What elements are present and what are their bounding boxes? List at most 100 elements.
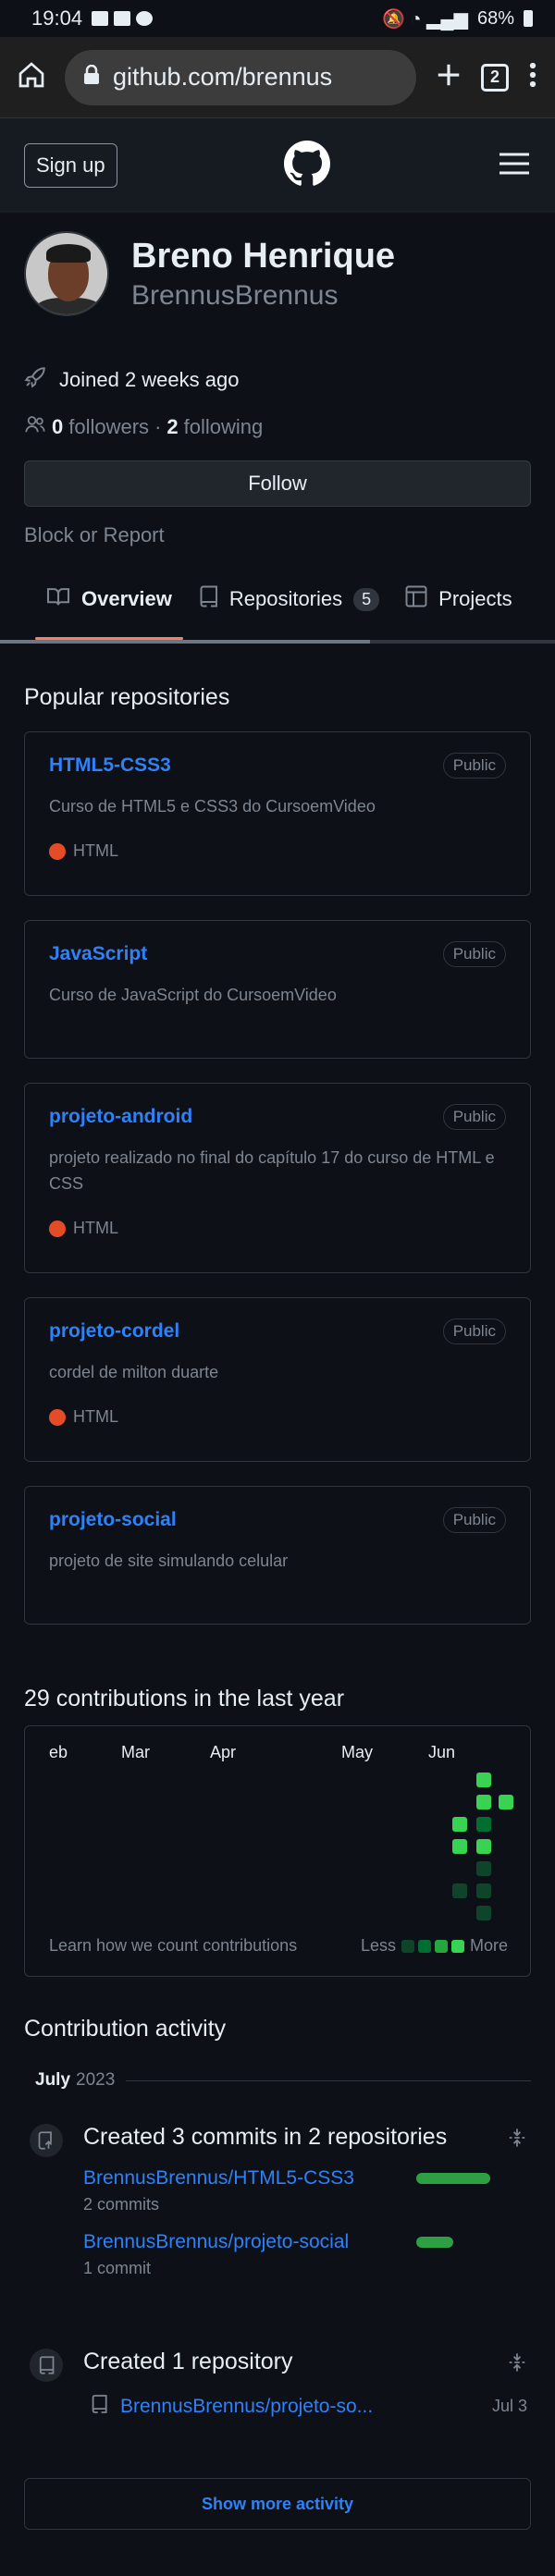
lock-icon [83, 63, 100, 92]
follow-button[interactable]: Follow [24, 460, 531, 507]
visibility-badge: Public [442, 1104, 506, 1130]
commit-count[interactable]: 1 commit [83, 2259, 531, 2278]
visibility-badge: Public [442, 753, 506, 779]
status-bar: 19:04 🔕 ◔ ▂▄▆ 68% [0, 0, 555, 37]
tab-projects[interactable]: Projects [405, 558, 512, 640]
repo-language: HTML [49, 1219, 506, 1238]
month-labels: eb Mar Apr May Jun [49, 1743, 512, 1765]
repo-description: projeto de site simulando celular [49, 1552, 289, 1570]
followers-label[interactable]: followers [68, 415, 149, 439]
repo-description: Curso de HTML5 e CSS3 do CursoemVideo [49, 797, 376, 816]
repo-card: projeto-android Public projeto realizado… [24, 1083, 531, 1273]
profile-name: Breno Henrique [131, 236, 396, 276]
visibility-badge: Public [442, 1319, 506, 1344]
created-repo-date: Jul 3 [491, 2397, 527, 2415]
commit-count[interactable]: 2 commits [83, 2195, 531, 2214]
commit-repo-link[interactable]: BrennusBrennus/projeto-social [83, 2231, 349, 2253]
activity-year: 2023 [76, 2070, 116, 2090]
followers-count[interactable]: 0 [52, 415, 63, 439]
repo-card: JavaScript Public Curso de JavaScript do… [24, 920, 531, 1059]
repo-language: HTML [49, 841, 506, 861]
hamburger-menu-icon[interactable] [498, 151, 531, 181]
repositories-counter: 5 [353, 587, 380, 611]
contribution-legend: Learn how we count contributions Less Mo… [49, 1936, 508, 1956]
repo-icon [198, 585, 218, 613]
contribution-day-cell[interactable] [452, 1817, 467, 1832]
joined-text: Joined 2 weeks ago [59, 368, 240, 391]
profile-header: Breno Henrique BrennusBrennus [0, 213, 555, 316]
contribution-day-cell[interactable] [476, 1861, 491, 1876]
repo-card: HTML5-CSS3 Public Curso de HTML5 e CSS3 … [24, 731, 531, 896]
tab-switcher-button[interactable]: 2 [481, 63, 509, 92]
repo-link[interactable]: HTML5-CSS3 [49, 754, 506, 777]
repo-description: cordel de milton duarte [49, 1363, 219, 1381]
contribution-day-cell[interactable] [452, 1839, 467, 1854]
contribution-day-cell[interactable] [476, 1773, 491, 1787]
repo-card: projeto-cordel Public cordel de milton d… [24, 1297, 531, 1462]
following-label[interactable]: following [184, 415, 264, 439]
commit-repo-link[interactable]: BrennusBrennus/HTML5-CSS3 [83, 2167, 354, 2190]
home-icon[interactable] [17, 60, 46, 94]
tabs-scrollbar[interactable] [0, 640, 555, 644]
created-repo-link[interactable]: BrennusBrennus/projeto-so... [120, 2396, 373, 2418]
commit-share-bar [416, 2237, 453, 2248]
learn-contributions-link[interactable]: Learn how we count contributions [49, 1936, 361, 1956]
visibility-badge: Public [442, 941, 506, 967]
sign-up-button[interactable]: Sign up [24, 143, 117, 188]
repo-created-title[interactable]: Created 1 repository [83, 2349, 531, 2375]
profile-login: BrennusBrennus [131, 279, 339, 311]
commits-event: Created 3 commits in 2 repositories Bren… [24, 2124, 531, 2278]
battery-level: 68% [476, 7, 514, 29]
contributions-title: 29 contributions in the last year [24, 1686, 345, 1711]
followers-row: 0 followers · 2 following [0, 414, 555, 440]
repo-language: HTML [49, 1407, 506, 1427]
repo-description: Curso de JavaScript do CursoemVideo [49, 986, 337, 1004]
contribution-day-cell[interactable] [452, 1883, 467, 1898]
repo-card: projeto-social Public projeto de site si… [24, 1486, 531, 1625]
address-bar[interactable]: github.com/brennus [65, 49, 416, 105]
language-color-dot [49, 1408, 66, 1426]
created-repo-row: BrennusBrennus/projeto-so... Jul 3 [83, 2394, 531, 2419]
contribution-day-cell[interactable] [476, 1795, 491, 1809]
new-tab-icon[interactable] [435, 61, 462, 93]
tab-overview[interactable]: Overview [35, 558, 183, 640]
contribution-day-cell[interactable] [476, 1906, 491, 1920]
browser-menu-icon[interactable] [527, 61, 538, 93]
commit-share-bar [416, 2173, 490, 2184]
repo-link[interactable]: projeto-social [49, 1509, 506, 1531]
profile-tabs: Overview Repositories 5 Projects [0, 558, 555, 640]
following-count[interactable]: 2 [166, 415, 178, 439]
fold-icon[interactable] [507, 2352, 527, 2373]
month-label: May [341, 1743, 374, 1761]
language-color-dot [49, 842, 66, 860]
tab-projects-label: Projects [438, 587, 512, 610]
block-or-report-link[interactable]: Block or Report [0, 523, 555, 547]
legend-more: More [469, 1936, 508, 1955]
table-icon [405, 585, 427, 613]
contribution-day-cell[interactable] [476, 1839, 491, 1854]
repo-link[interactable]: JavaScript [49, 943, 506, 965]
github-header: Sign up [0, 118, 555, 213]
repo-icon [30, 2349, 63, 2382]
legend-swatches [401, 1939, 464, 1953]
month-label: Jun [428, 1743, 456, 1761]
repo-link[interactable]: projeto-cordel [49, 1320, 506, 1343]
activity-month: July [35, 2070, 71, 2090]
browser-toolbar: github.com/brennus 2 [0, 37, 555, 118]
contribution-day-cell[interactable] [476, 1817, 491, 1832]
rocket-icon [24, 366, 46, 394]
github-logo-icon[interactable] [284, 140, 331, 191]
contribution-day-cell[interactable] [499, 1795, 513, 1809]
contribution-day-cell[interactable] [476, 1883, 491, 1898]
commits-event-title[interactable]: Created 3 commits in 2 repositories [83, 2124, 531, 2151]
tab-repositories[interactable]: Repositories 5 [198, 558, 380, 640]
repo-link[interactable]: projeto-android [49, 1106, 506, 1128]
notification-icons [92, 11, 154, 26]
avatar[interactable] [24, 231, 109, 316]
show-more-activity-button[interactable]: Show more activity [24, 2478, 531, 2530]
language-color-dot [49, 1220, 66, 1237]
fold-icon[interactable] [507, 2128, 527, 2148]
visibility-badge: Public [442, 1507, 506, 1533]
month-label: Apr [210, 1743, 237, 1761]
repo-push-icon [30, 2124, 63, 2157]
